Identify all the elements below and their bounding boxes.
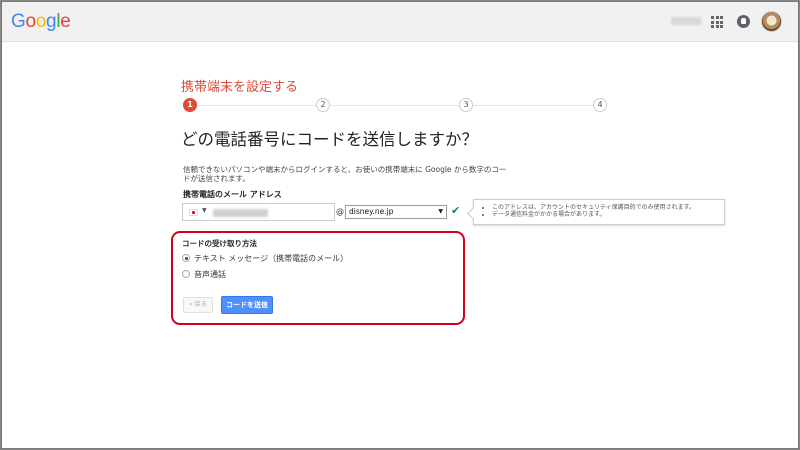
stepper-title: 携帯端末を設定する xyxy=(181,80,299,95)
check-icon: ✔ xyxy=(451,204,461,217)
email-local-part-input[interactable]: ▼ xyxy=(182,203,335,221)
radio-label: テキスト メッセージ（携帯電話のメール） xyxy=(194,254,349,263)
notifications-icon[interactable] xyxy=(737,15,750,28)
radio-button[interactable] xyxy=(182,270,190,278)
back-button[interactable]: « 戻る xyxy=(183,297,213,313)
step-connector xyxy=(473,105,593,106)
account-name-blurred xyxy=(671,17,701,25)
step-connector xyxy=(330,105,460,106)
step-connector xyxy=(197,105,317,106)
send-code-button[interactable]: コードを送信 xyxy=(221,296,273,314)
browser-frame: Google 携帯端末を設定する 1 2 3 4 どの電話番号にコードを送信しま… xyxy=(1,1,799,449)
delivery-method-label: コードの受け取り方法 xyxy=(182,239,257,248)
radio-label: 音声通話 xyxy=(194,270,226,279)
logo-letter: g xyxy=(46,11,57,32)
apps-grid-icon[interactable] xyxy=(711,16,723,28)
step-1: 1 xyxy=(183,98,197,112)
radio-option-text[interactable]: テキスト メッセージ（携帯電話のメール） xyxy=(182,252,382,264)
logo-letter: G xyxy=(11,11,26,32)
domain-select-value: disney.ne.jp xyxy=(349,207,394,216)
tooltip-item: データ通信料金がかかる場合があります。 xyxy=(492,211,716,218)
at-sign: @ xyxy=(336,207,344,216)
logo-letter: o xyxy=(25,11,36,32)
google-logo[interactable]: Google xyxy=(11,11,71,33)
email-label: 携帯電話のメール アドレス xyxy=(183,190,282,199)
domain-select[interactable]: disney.ne.jp ▼ xyxy=(345,205,447,219)
info-tooltip: このアドレスは、アカウントのセキュリティ保護目的でのみ使用されます。 データ通信… xyxy=(473,199,725,225)
description: 信頼できないパソコンや端末からログインすると、お使いの携帯端末に Google … xyxy=(183,165,507,183)
tooltip-item: このアドレスは、アカウントのセキュリティ保護目的でのみ使用されます。 xyxy=(492,204,716,211)
logo-letter: e xyxy=(60,11,71,32)
radio-option-voice[interactable]: 音声通話 xyxy=(182,268,282,280)
radio-button[interactable] xyxy=(182,254,190,262)
chevron-down-icon[interactable]: ▼ xyxy=(202,207,207,214)
step-3: 3 xyxy=(459,98,473,112)
avatar[interactable] xyxy=(761,11,782,32)
logo-letter: o xyxy=(35,11,47,32)
chevron-down-icon: ▼ xyxy=(438,208,443,215)
blurred-email-value xyxy=(213,209,268,217)
step-4: 4 xyxy=(593,98,607,112)
top-bar: Google xyxy=(2,2,798,42)
japan-flag-icon[interactable] xyxy=(189,209,198,216)
page-title: どの電話番号にコードを送信しますか？ xyxy=(181,130,478,149)
step-2: 2 xyxy=(316,98,330,112)
